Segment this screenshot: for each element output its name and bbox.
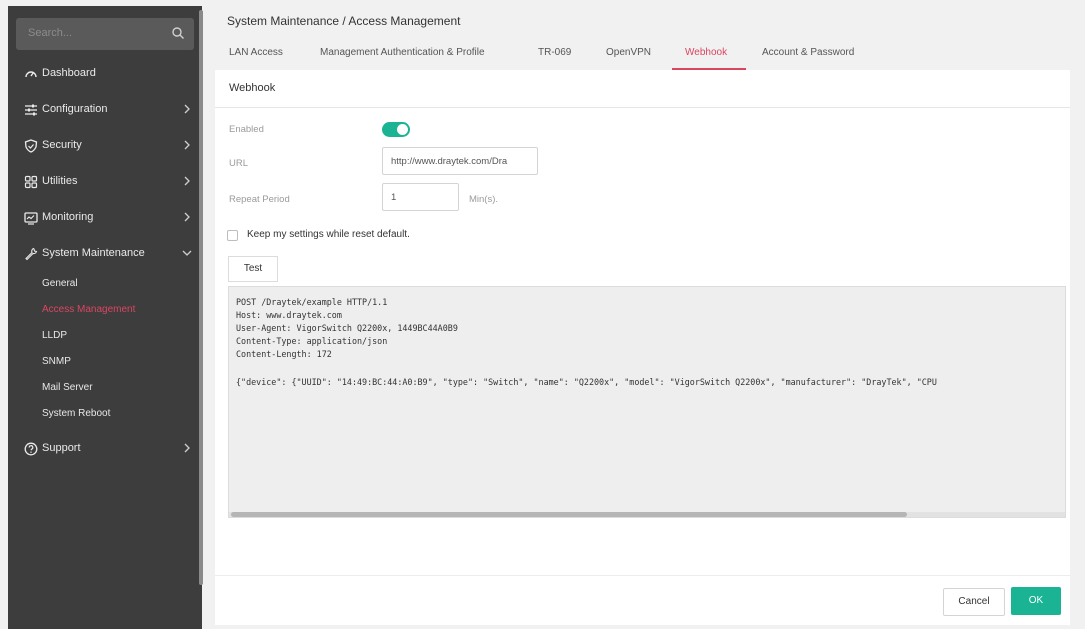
tab-management-authentication[interactable]: Management Authentication & Profile [320,47,485,58]
nav-utilities[interactable]: Utilities [8,164,202,200]
code-line: Host: www.draytek.com [236,310,342,320]
code-line: {"device": {"UUID": "14:49:BC:44:A0:B9",… [236,377,937,387]
tab-openvpn[interactable]: OpenVPN [606,47,651,58]
search-box[interactable]: Search... [16,18,194,50]
sidebar-item-lldp[interactable]: LLDP [42,330,67,341]
code-line: Content-Length: 172 [236,349,332,359]
nav-configuration[interactable]: Configuration [8,92,202,128]
tab-lan-access[interactable]: LAN Access [229,47,283,58]
sidebar: Search... Dashboard Configuration Securi… [8,6,202,629]
webhook-card: Webhook Enabled URL http://www.draytek.c… [215,70,1070,625]
toggle-knob [397,124,408,135]
tab-webhook[interactable]: Webhook [685,47,727,58]
chevron-down-icon [182,250,192,256]
breadcrumb: System Maintenance / Access Management [227,14,461,28]
repeat-unit: Min(s). [469,194,499,205]
sidebar-item-access-management[interactable]: Access Management [42,304,135,315]
code-line: User-Agent: VigorSwitch Q2200x, 1449BC44… [236,323,458,333]
card-title: Webhook [229,82,276,94]
nav-label: System Maintenance [42,247,145,259]
nav-dashboard[interactable]: Dashboard [8,56,202,92]
nav-label: Support [42,442,81,454]
request-preview: POST /Draytek/example HTTP/1.1 Host: www… [228,286,1066,518]
tab-tr-069[interactable]: TR-069 [538,47,571,58]
enabled-label: Enabled [229,124,264,135]
shield-icon [24,139,38,153]
nav-security[interactable]: Security [8,128,202,164]
nav-support[interactable]: Support [8,431,202,467]
nav-label: Utilities [42,175,78,187]
help-icon [24,442,38,456]
nav-label: Dashboard [42,67,96,79]
ok-button[interactable]: OK [1011,587,1061,615]
keep-settings-checkbox[interactable] [227,230,238,241]
url-input[interactable]: http://www.draytek.com/Dra [382,147,538,175]
sidebar-item-mail-server[interactable]: Mail Server [42,382,93,393]
dashboard-icon [25,71,37,78]
grid-icon [24,175,38,189]
url-label: URL [229,158,249,169]
search-input[interactable]: Search... [28,27,72,39]
sidebar-scrollbar[interactable] [199,10,203,585]
chevron-right-icon [184,140,190,150]
keep-settings-label[interactable]: Keep my settings while reset default. [247,229,410,240]
card-header: Webhook [215,70,1070,108]
cancel-button[interactable]: Cancel [943,588,1005,616]
repeat-period-label: Repeat Period [229,194,290,205]
nav-label: Security [42,139,82,151]
scrollbar-thumb[interactable] [231,512,907,517]
footer-divider [215,575,1070,576]
chevron-right-icon [184,212,190,222]
nav-system-maintenance[interactable]: System Maintenance [8,236,202,272]
nav-label: Configuration [42,103,108,115]
code-line: Content-Type: application/json [236,336,388,346]
sidebar-item-system-reboot[interactable]: System Reboot [42,408,110,419]
code-line: POST /Draytek/example HTTP/1.1 [236,297,388,307]
horizontal-scrollbar[interactable] [229,512,1065,517]
enabled-toggle[interactable] [382,122,410,137]
repeat-period-input[interactable]: 1 [382,183,459,211]
nav-monitoring[interactable]: Monitoring [8,200,202,236]
sliders-icon [25,104,37,116]
test-button[interactable]: Test [228,256,278,282]
chevron-right-icon [184,443,190,453]
tab-account-password[interactable]: Account & Password [762,47,854,58]
wrench-icon [25,247,38,261]
sidebar-item-general[interactable]: General [42,278,78,289]
chevron-right-icon [184,176,190,186]
tab-bar: LAN Access Management Authentication & P… [215,42,1070,70]
monitor-icon [24,212,38,225]
nav-label: Monitoring [42,211,94,223]
chevron-right-icon [184,104,190,114]
sidebar-item-snmp[interactable]: SNMP [42,356,71,367]
search-icon[interactable] [171,26,185,40]
